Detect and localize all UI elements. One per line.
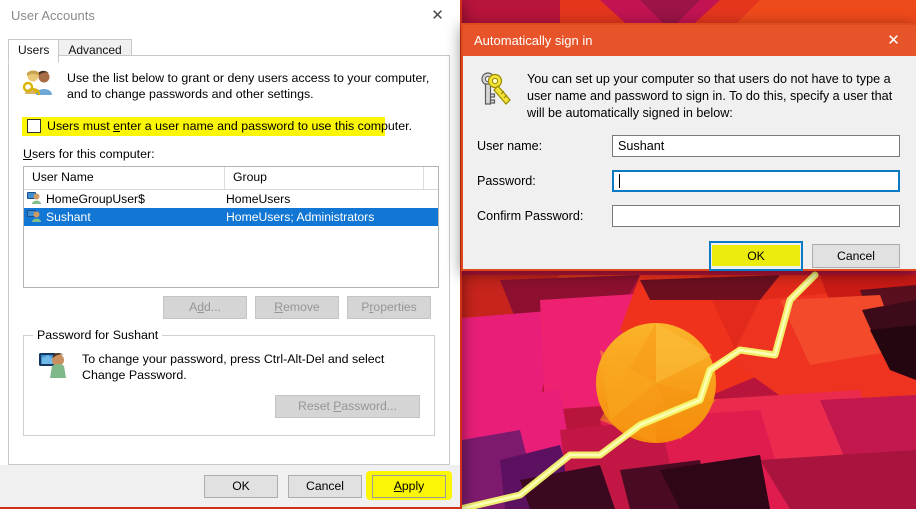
cancel-button[interactable]: Cancel (288, 474, 362, 498)
ok-button[interactable]: OK (204, 474, 278, 498)
listview-body: HomeGroupUser$ HomeUsers Sushant HomeUse… (24, 190, 438, 287)
signin-intro-text: You can set up your computer so that use… (527, 72, 893, 120)
password-row: Password: (477, 170, 900, 192)
cell-user-name: Sushant (27, 209, 226, 226)
add-button[interactable]: Add... (163, 296, 247, 319)
intro-row: Use the list below to grant or deny user… (9, 56, 449, 105)
user-accounts-titlebar[interactable]: User Accounts ✕ (0, 0, 460, 31)
password-info-row: To change your password, press Ctrl-Alt-… (24, 336, 434, 385)
require-password-label: Users must enter a user name and passwor… (47, 119, 413, 133)
user-icon (27, 209, 42, 226)
column-header-group[interactable]: Group (225, 167, 425, 189)
ok-focus-ring (709, 241, 803, 271)
cell-user-name: HomeGroupUser$ (27, 191, 226, 208)
signin-body: You can set up your computer so that use… (463, 56, 916, 271)
listview-buttons: Add... Remove Properties (9, 296, 431, 319)
user-name-row: User name: Sushant (477, 135, 900, 157)
keys-icon (477, 70, 513, 122)
column-header-extra[interactable] (424, 167, 438, 189)
user-name-text: Sushant (46, 210, 91, 224)
password-input[interactable] (612, 170, 900, 192)
automatically-sign-in-dialog: Automatically sign in ✕ You can set up y… (461, 23, 916, 271)
user-name-text: HomeGroupUser$ (46, 192, 145, 206)
close-icon[interactable]: ✕ (871, 25, 916, 56)
password-groupbox: Password for Sushant To change your pass… (23, 328, 435, 436)
users-tab-panel: Use the list below to grant or deny user… (8, 55, 450, 465)
confirm-password-input[interactable] (612, 205, 900, 227)
cell-group: HomeUsers (226, 192, 291, 206)
listview-header: User Name Group (24, 167, 438, 190)
table-row[interactable]: Sushant HomeUsers; Administrators (24, 208, 438, 226)
properties-button[interactable]: Properties (347, 296, 431, 319)
signin-title: Automatically sign in (474, 33, 593, 48)
reset-password-button[interactable]: Reset Password... (275, 395, 420, 418)
password-info-text: To change your password, press Ctrl-Alt-… (82, 352, 385, 382)
close-icon[interactable]: ✕ (415, 0, 460, 31)
text-caret (619, 174, 620, 188)
require-password-checkbox-row[interactable]: Users must enter a user name and passwor… (22, 117, 412, 136)
user-icon (27, 191, 42, 208)
table-row[interactable]: HomeGroupUser$ HomeUsers (24, 190, 438, 208)
user-monitor-icon (38, 350, 70, 385)
password-groupbox-title: Password for Sushant (33, 328, 163, 342)
intro-text: Use the list below to grant or deny user… (67, 71, 430, 101)
signin-buttons: OK Cancel (477, 241, 900, 271)
user-accounts-dialog: User Accounts ✕ Users Advanced Use the l… (0, 0, 462, 509)
signin-intro-row: You can set up your computer so that use… (477, 70, 900, 122)
users-list-caption: Users for this computer: (23, 147, 155, 161)
column-header-user-name[interactable]: User Name (24, 167, 226, 189)
apply-button-wrapper: Apply (366, 470, 452, 500)
screen: User Accounts ✕ Users Advanced Use the l… (0, 0, 916, 509)
user-name-input[interactable]: Sushant (612, 135, 900, 157)
user-accounts-title: User Accounts (11, 8, 95, 23)
signin-ok-wrapper: OK (709, 241, 803, 271)
tab-users[interactable]: Users (8, 39, 60, 63)
signin-cancel-button[interactable]: Cancel (812, 244, 900, 268)
dialog-footer: OK Cancel Apply (0, 465, 460, 507)
password-label: Password: (477, 174, 536, 188)
cell-group: HomeUsers; Administrators (226, 210, 375, 224)
confirm-password-label: Confirm Password: (477, 209, 584, 223)
require-password-checkbox[interactable] (27, 119, 41, 133)
users-listview[interactable]: User Name Group HomeGroupUser$ HomeUsers… (23, 166, 439, 288)
users-key-icon (21, 68, 55, 103)
user-name-label: User name: (477, 139, 543, 153)
reset-password-row: Reset Password... (24, 395, 420, 418)
signin-titlebar[interactable]: Automatically sign in ✕ (463, 25, 916, 56)
confirm-password-row: Confirm Password: (477, 205, 900, 227)
remove-button[interactable]: Remove (255, 296, 339, 319)
apply-button[interactable]: Apply (372, 474, 446, 498)
